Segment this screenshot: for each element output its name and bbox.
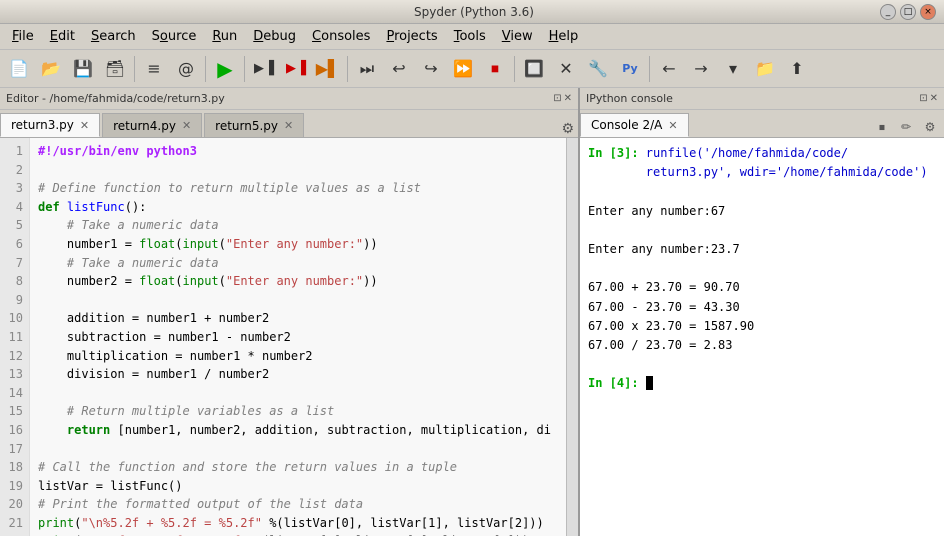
console-panel: IPython console ⊡ ✕ Console 2/A ✕ ⏹ ✏ ⚙ … (580, 88, 944, 536)
line-numbers: 123456789101112131415161718192021222324 (0, 138, 30, 536)
tab-return5-label: return5.py (215, 119, 278, 133)
save-file-button[interactable]: 💾 (68, 54, 98, 84)
tab-return5[interactable]: return5.py ✕ (204, 113, 304, 137)
tools-button[interactable]: 🔧 (583, 54, 613, 84)
run-button[interactable]: ▶ (210, 54, 240, 84)
menu-consoles[interactable]: Consoles (304, 27, 378, 46)
step-over-button[interactable]: ⏭ (352, 54, 382, 84)
console-output: In [3]: runfile('/home/fahmida/code/ ret… (588, 144, 936, 393)
tab-return4-close[interactable]: ✕ (182, 119, 191, 132)
menu-edit[interactable]: Edit (42, 27, 83, 46)
editor-tabs-bar: return3.py ✕ return4.py ✕ return5.py ✕ ⚙ (0, 110, 578, 138)
editor-float-button[interactable]: ⊡ (553, 93, 561, 104)
tab-return4-label: return4.py (113, 119, 176, 133)
menu-projects[interactable]: Projects (378, 27, 445, 46)
python-button[interactable]: Py (615, 54, 645, 84)
at-button[interactable]: @ (171, 54, 201, 84)
dropdown-button[interactable]: ▾ (718, 54, 748, 84)
menu-view[interactable]: View (494, 27, 541, 46)
editor-close-button[interactable]: ✕ (564, 93, 572, 104)
console-stop-button[interactable]: ⏹ (872, 117, 892, 137)
new-file-button[interactable]: 📄 (4, 54, 34, 84)
editor-path: Editor - /home/fahmida/code/return3.py (6, 92, 225, 105)
menu-debug[interactable]: Debug (245, 27, 304, 46)
console-header: IPython console ⊡ ✕ (580, 88, 944, 110)
tab-return3-label: return3.py (11, 118, 74, 132)
menu-run[interactable]: Run (204, 27, 245, 46)
open-dir-button[interactable]: 📁 (750, 54, 780, 84)
close-button[interactable]: × (920, 4, 936, 20)
tab-return5-close[interactable]: ✕ (284, 119, 293, 132)
list-button[interactable]: ≡ (139, 54, 169, 84)
profile-button[interactable]: 🔲 (519, 54, 549, 84)
toolbar-separator-5 (514, 56, 515, 82)
run-cell-button[interactable]: ▶▐ (249, 54, 279, 84)
toolbar-separator-2 (205, 56, 206, 82)
run-cell-advance-button[interactable]: ▶▐ (281, 54, 311, 84)
main-area: Editor - /home/fahmida/code/return3.py ⊡… (0, 88, 944, 536)
menu-tools[interactable]: Tools (446, 27, 494, 46)
console-float-button[interactable]: ⊡ (919, 93, 927, 104)
step-return-button[interactable]: ↪ (416, 54, 446, 84)
console-toolbar: ⏹ ✏ ⚙ (872, 117, 940, 137)
menu-source[interactable]: Source (144, 27, 205, 46)
editor-options-button[interactable]: ⚙ (561, 121, 574, 137)
inspector-button[interactable]: ✕ (551, 54, 581, 84)
continue-button[interactable]: ⏩ (448, 54, 478, 84)
toolbar-separator-4 (347, 56, 348, 82)
window-controls[interactable]: _ □ × (880, 4, 936, 20)
console-tab-2a[interactable]: Console 2/A ✕ (580, 113, 689, 137)
console-header-title: IPython console (586, 92, 673, 105)
tab-return3-close[interactable]: ✕ (80, 119, 89, 132)
editor-panel: Editor - /home/fahmida/code/return3.py ⊡… (0, 88, 580, 536)
toolbar-separator-6 (649, 56, 650, 82)
editor-scrollbar[interactable] (566, 138, 578, 536)
save-all-button[interactable]: 🗃 (100, 54, 130, 84)
open-file-button[interactable]: 📂 (36, 54, 66, 84)
console-tab-close[interactable]: ✕ (668, 119, 677, 132)
forward-button[interactable]: → (686, 54, 716, 84)
menu-bar: File Edit Search Source Run Debug Consol… (0, 24, 944, 50)
console-content[interactable]: In [3]: runfile('/home/fahmida/code/ ret… (580, 138, 944, 536)
title-bar: Spyder (Python 3.6) _ □ × (0, 0, 944, 24)
cursor (646, 376, 653, 390)
back-button[interactable]: ← (654, 54, 684, 84)
window-title: Spyder (Python 3.6) (68, 5, 880, 19)
expand-button[interactable]: ⬆ (782, 54, 812, 84)
editor-panel-controls[interactable]: ⊡ ✕ (553, 93, 572, 104)
debug-button[interactable]: ▶▌ (313, 54, 343, 84)
code-area[interactable]: 123456789101112131415161718192021222324 … (0, 138, 578, 536)
menu-search[interactable]: Search (83, 27, 144, 46)
console-panel-controls[interactable]: ⊡ ✕ (919, 93, 938, 104)
toolbar-separator-1 (134, 56, 135, 82)
toolbar-separator-3 (244, 56, 245, 82)
console-options-button[interactable]: ⚙ (920, 117, 940, 137)
menu-file[interactable]: File (4, 27, 42, 46)
console-tab-label: Console 2/A (591, 118, 662, 132)
tab-return3[interactable]: return3.py ✕ (0, 113, 100, 137)
console-tabs-bar: Console 2/A ✕ ⏹ ✏ ⚙ (580, 110, 944, 138)
menu-help[interactable]: Help (541, 27, 587, 46)
console-close-button[interactable]: ✕ (930, 93, 938, 104)
tab-return4[interactable]: return4.py ✕ (102, 113, 202, 137)
maximize-button[interactable]: □ (900, 4, 916, 20)
minimize-button[interactable]: _ (880, 4, 896, 20)
code-content[interactable]: #!/usr/bin/env python3 # Define function… (30, 138, 566, 536)
toolbar: 📄 📂 💾 🗃 ≡ @ ▶ ▶▐ ▶▐ ▶▌ ⏭ ↩ ↪ ⏩ ⏹ 🔲 ✕ 🔧 P… (0, 50, 944, 88)
stop-button[interactable]: ⏹ (480, 54, 510, 84)
console-edit-button[interactable]: ✏ (896, 117, 916, 137)
editor-header: Editor - /home/fahmida/code/return3.py ⊡… (0, 88, 578, 110)
step-into-button[interactable]: ↩ (384, 54, 414, 84)
